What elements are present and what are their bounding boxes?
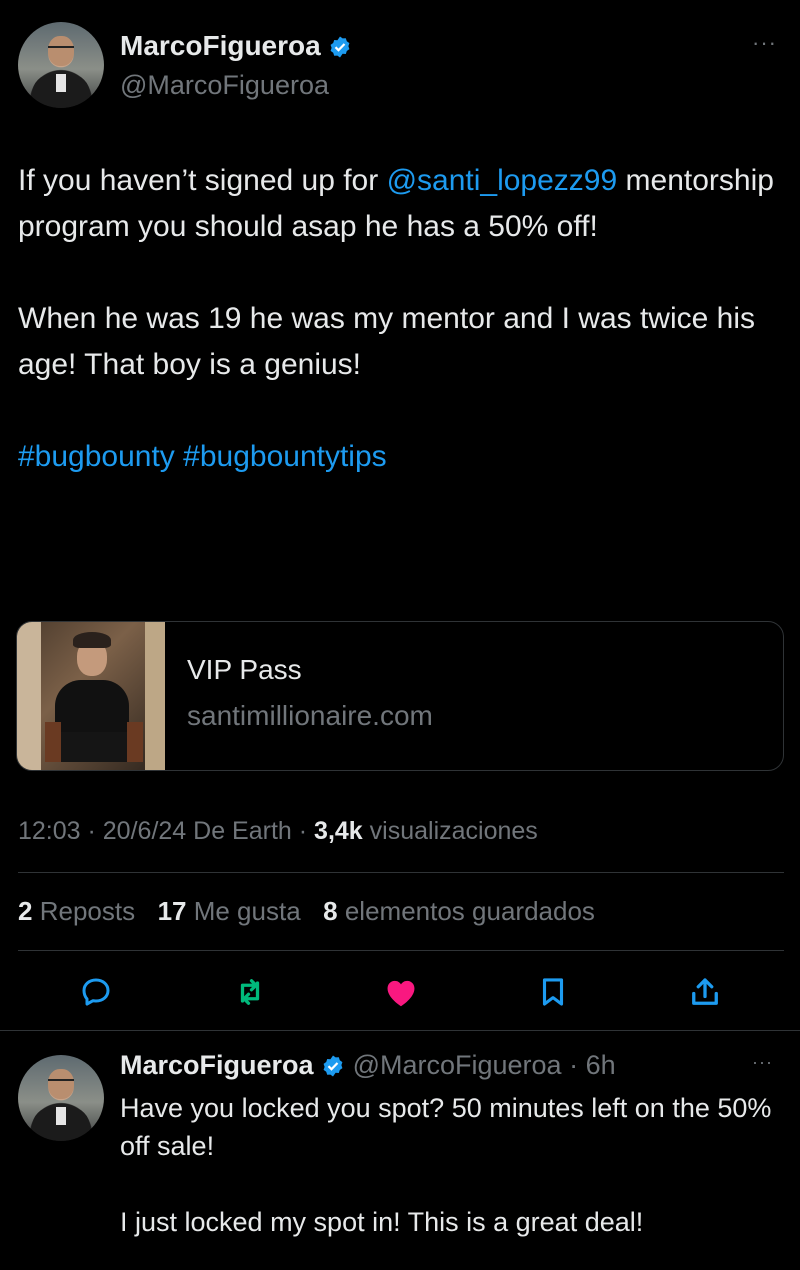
text-segment: If you haven’t signed up for bbox=[18, 164, 387, 197]
tweet-paragraph: #bugbounty #bugbountytips bbox=[18, 434, 788, 480]
author-name-row[interactable]: MarcoFigueroa bbox=[120, 30, 352, 62]
tweet-meta: 12:03 · 20/6/24 De Earth · 3,4k visualiz… bbox=[18, 817, 538, 845]
bookmark-icon bbox=[542, 978, 564, 1006]
tweet-stats: 2 Reposts 17 Me gusta 8 elementos guarda… bbox=[18, 896, 595, 927]
tweet-text: If you haven’t signed up for @santi_lope… bbox=[18, 158, 788, 480]
divider bbox=[0, 1030, 800, 1031]
share-button[interactable] bbox=[683, 970, 727, 1014]
repost-icon bbox=[240, 979, 260, 1005]
reply-line: Have you locked you spot? 50 minutes lef… bbox=[120, 1093, 772, 1161]
divider bbox=[18, 950, 784, 951]
card-title[interactable]: VIP Pass bbox=[187, 654, 302, 686]
share-icon bbox=[692, 978, 718, 1005]
author-name[interactable]: MarcoFigueroa bbox=[120, 30, 321, 61]
tweet-source: De Earth bbox=[193, 817, 292, 845]
link-card[interactable]: VIP Pass santimillionaire.com bbox=[16, 621, 784, 771]
hashtag-link[interactable]: #bugbounty bbox=[18, 440, 175, 473]
like-icon bbox=[387, 980, 415, 1007]
reply-text: Have you locked you spot? 50 minutes lef… bbox=[120, 1089, 790, 1241]
tweet-date[interactable]: 20/6/24 bbox=[103, 817, 186, 845]
reply-more-options-icon[interactable]: ··· bbox=[752, 1052, 773, 1073]
hashtag-link[interactable]: #bugbountytips bbox=[183, 440, 387, 473]
tweet-paragraph: When he was 19 he was my mentor and I wa… bbox=[18, 296, 788, 388]
reply-button[interactable] bbox=[74, 970, 118, 1014]
reply-author-avatar[interactable] bbox=[18, 1055, 104, 1141]
like-button[interactable] bbox=[379, 970, 423, 1014]
likes-stat[interactable]: 17 Me gusta bbox=[158, 896, 301, 926]
author-avatar[interactable] bbox=[18, 22, 104, 108]
card-domain[interactable]: santimillionaire.com bbox=[187, 700, 433, 732]
bookmark-button[interactable] bbox=[531, 970, 575, 1014]
views-label: visualizaciones bbox=[369, 817, 538, 845]
repost-button[interactable] bbox=[228, 970, 272, 1014]
views-count: 3,4k bbox=[314, 817, 363, 845]
author-handle[interactable]: @MarcoFigueroa bbox=[120, 70, 329, 101]
verified-badge-icon bbox=[323, 1055, 343, 1077]
card-thumbnail bbox=[17, 622, 165, 770]
tweet-time[interactable]: 12:03 bbox=[18, 817, 81, 845]
reply-icon bbox=[82, 978, 110, 1006]
more-options-icon[interactable]: ··· bbox=[752, 30, 777, 56]
reply-author-handle[interactable]: @MarcoFigueroa bbox=[353, 1050, 562, 1080]
divider bbox=[18, 872, 784, 873]
reply-header: MarcoFigueroa @MarcoFigueroa · 6h bbox=[120, 1050, 616, 1080]
bookmarks-stat[interactable]: 8 elementos guardados bbox=[323, 896, 595, 926]
reply-line: I just locked my spot in! This is a grea… bbox=[120, 1207, 644, 1237]
mention-link[interactable]: @santi_lopezz99 bbox=[387, 164, 618, 197]
text-segment bbox=[175, 440, 183, 473]
reply-time[interactable]: 6h bbox=[586, 1050, 616, 1080]
verified-badge-icon bbox=[331, 36, 350, 58]
reply-author-name[interactable]: MarcoFigueroa bbox=[120, 1050, 314, 1080]
text-segment: When he was 19 he was my mentor and I wa… bbox=[18, 302, 755, 381]
reposts-stat[interactable]: 2 Reposts bbox=[18, 896, 135, 926]
tweet-paragraph: If you haven’t signed up for @santi_lope… bbox=[18, 158, 788, 250]
